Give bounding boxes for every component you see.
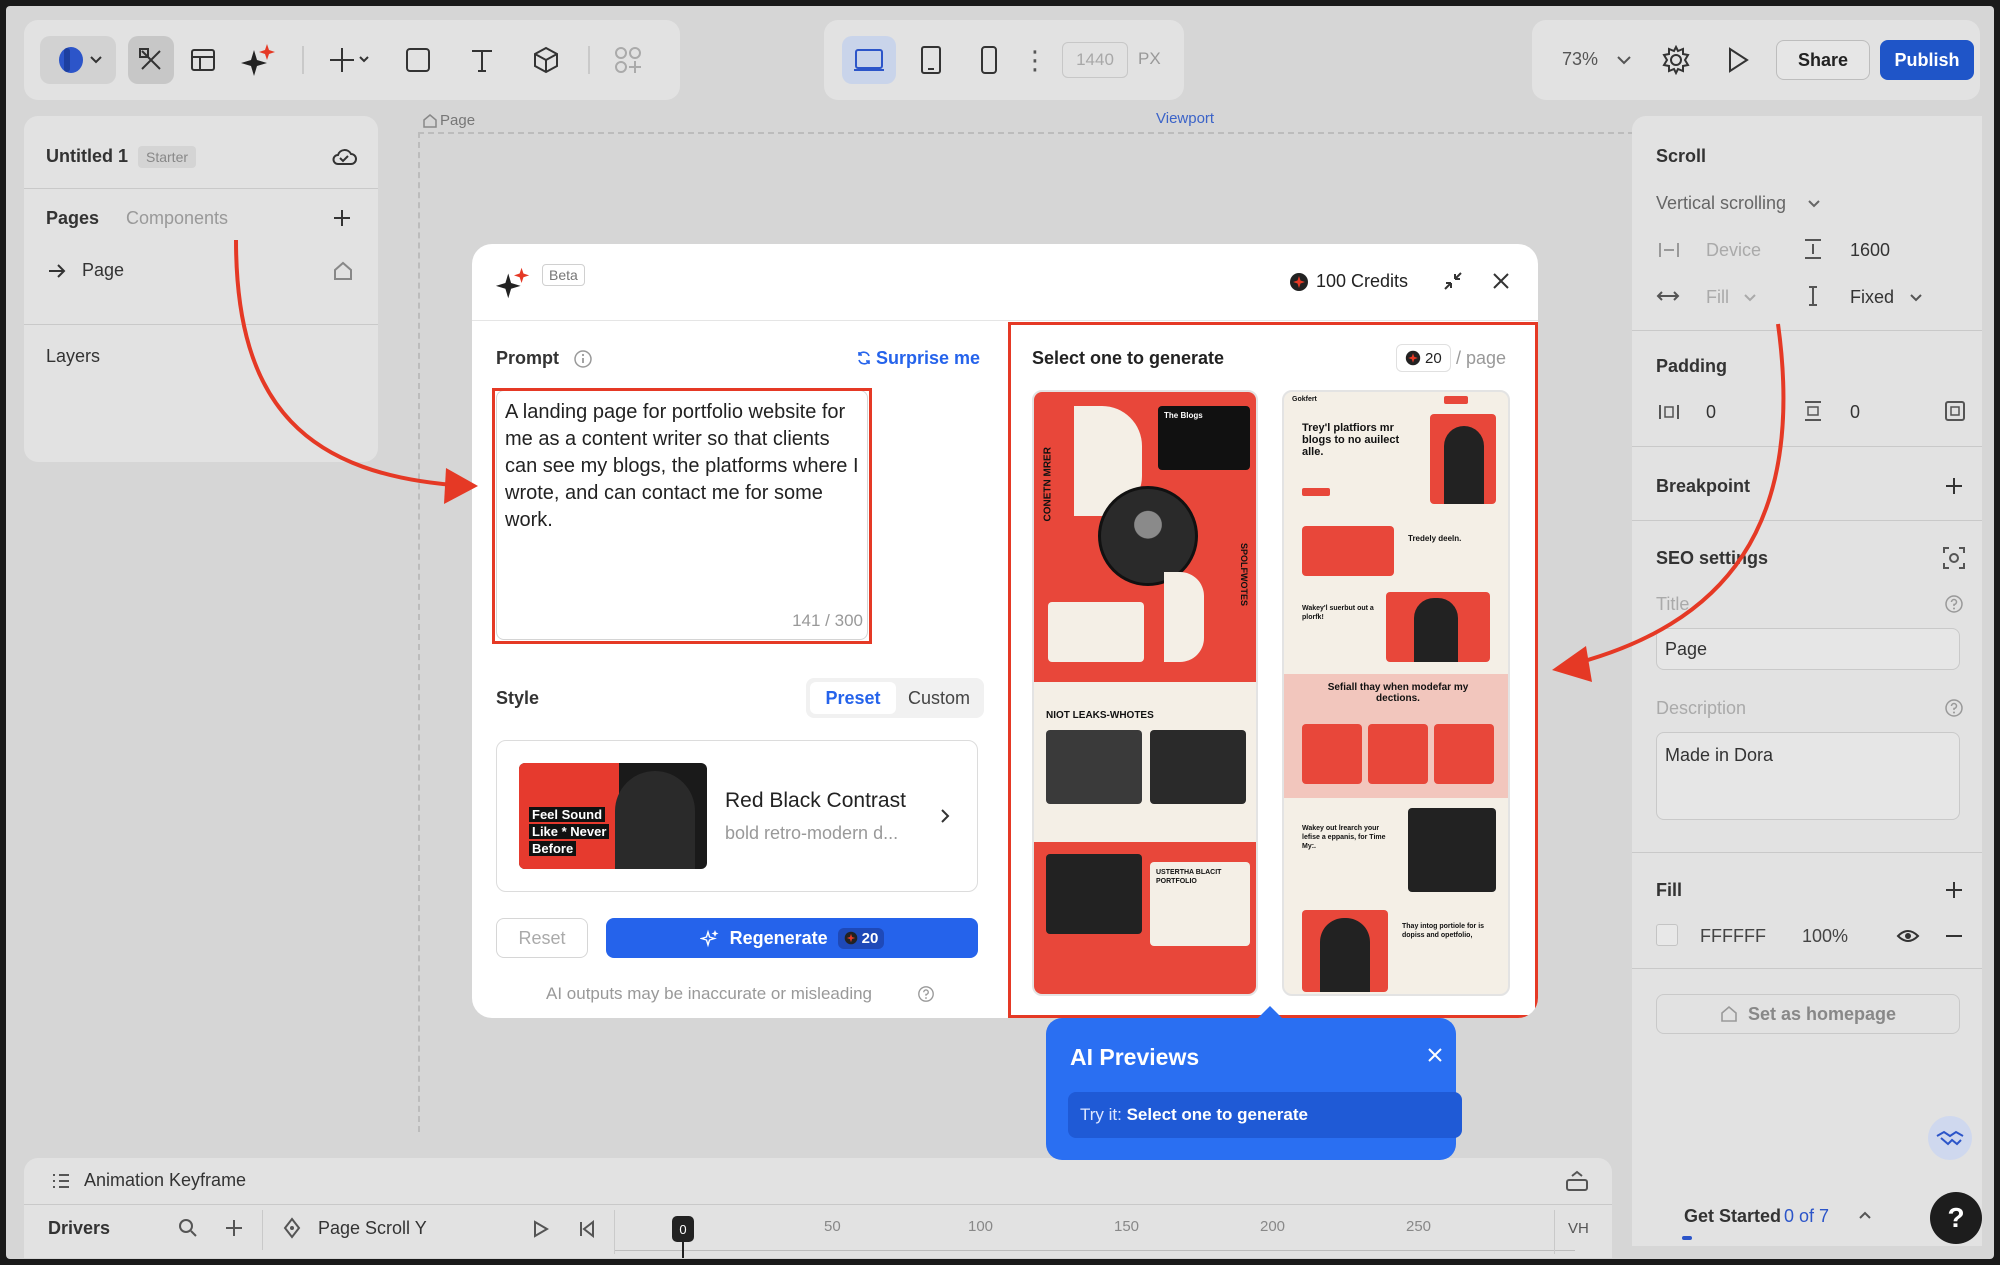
- annotation-arrowhead-left: [444, 468, 478, 504]
- annotation-arrows: [234, 239, 1786, 682]
- annotation-arrow-right: [1565, 323, 1786, 668]
- annotation-arrow-left: [234, 239, 467, 488]
- annotation-arrowhead-right: [1552, 646, 1592, 682]
- app-window: ⋮ 1440 PX 73% Share Publish Untitled 1 S…: [6, 6, 1994, 1259]
